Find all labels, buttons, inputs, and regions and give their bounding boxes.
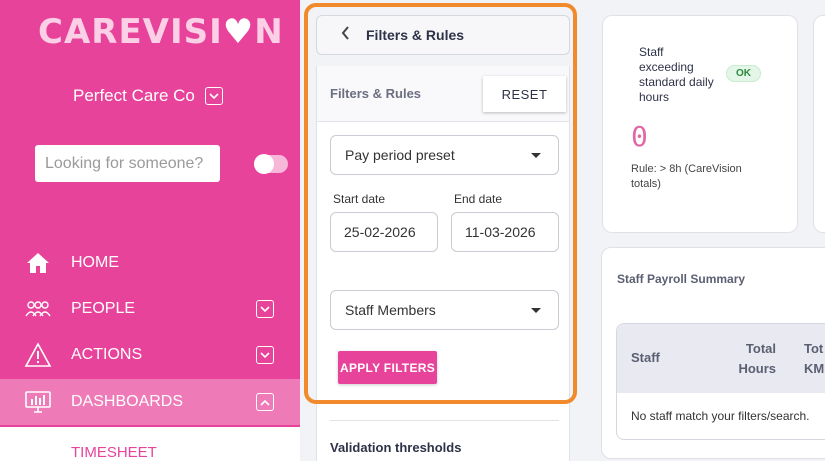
filters-panel-header[interactable]: Filters & Rules bbox=[316, 15, 570, 55]
column-header-total-km[interactable]: Tot KM bbox=[804, 339, 825, 379]
logo-text-tail: N bbox=[254, 12, 284, 52]
warning-icon bbox=[24, 341, 52, 369]
column-header-staff[interactable]: Staff bbox=[631, 348, 660, 368]
toggle-knob bbox=[254, 154, 274, 174]
chevron-down-icon[interactable] bbox=[256, 346, 274, 364]
brand-logo: CAREVISI♥N bbox=[38, 12, 284, 52]
divider bbox=[330, 420, 559, 421]
validation-thresholds-title: Validation thresholds bbox=[330, 440, 462, 455]
staff-members-value: Staff Members bbox=[345, 302, 436, 318]
end-date-value: 11-03-2026 bbox=[465, 224, 536, 240]
sidebar-item-label: ACTIONS bbox=[71, 346, 143, 363]
empty-state-text: No staff match your filters/search. bbox=[631, 409, 810, 423]
pay-period-select[interactable]: Pay period preset bbox=[330, 135, 559, 175]
staff-members-select[interactable]: Staff Members bbox=[330, 290, 559, 330]
sidebar-subitem-label: TIMESHEET bbox=[71, 444, 157, 461]
filters-section-header: Filters & Rules RESET bbox=[317, 66, 569, 122]
sidebar-item-people[interactable]: PEOPLE bbox=[0, 286, 300, 332]
monitor-chart-icon bbox=[24, 388, 52, 416]
reset-button[interactable]: RESET bbox=[483, 76, 566, 112]
sidebar: CAREVISI♥N Perfect Care Co HOME PEOPLE A… bbox=[0, 0, 300, 461]
sidebar-item-label: PEOPLE bbox=[71, 300, 136, 317]
start-date-field[interactable]: 25-02-2026 bbox=[330, 212, 438, 252]
summary-title: Staff Payroll Summary bbox=[617, 272, 746, 286]
people-icon bbox=[24, 295, 52, 323]
chevron-left-icon[interactable] bbox=[341, 25, 350, 45]
caret-down-icon bbox=[531, 308, 541, 313]
toggle-switch[interactable] bbox=[254, 154, 288, 174]
payroll-summary-table: Staff Total Hours Tot KM No staff match … bbox=[616, 323, 825, 440]
sidebar-item-label: DASHBOARDS bbox=[71, 393, 184, 410]
sidebar-item-home[interactable]: HOME bbox=[0, 240, 300, 286]
heart-icon: ♥ bbox=[222, 12, 255, 52]
start-date-label: Start date bbox=[333, 192, 386, 206]
apply-filters-button[interactable]: APPLY FILTERS bbox=[338, 351, 437, 384]
kpi-card-partial bbox=[813, 15, 825, 233]
sidebar-item-actions[interactable]: ACTIONS bbox=[0, 332, 300, 378]
column-header-total-hours[interactable]: Total Hours bbox=[729, 339, 776, 379]
kpi-value: 0 bbox=[631, 120, 648, 153]
chevron-down-icon[interactable] bbox=[256, 300, 274, 318]
home-icon bbox=[24, 249, 52, 277]
end-date-label: End date bbox=[454, 192, 503, 206]
start-date-value: 25-02-2026 bbox=[344, 224, 416, 240]
panel-title: Filters & Rules bbox=[366, 27, 465, 43]
org-name: Perfect Care Co bbox=[73, 86, 195, 105]
chevron-down-icon[interactable] bbox=[204, 87, 223, 105]
sidebar-item-dashboards[interactable]: DASHBOARDS bbox=[0, 379, 300, 425]
sidebar-item-label: HOME bbox=[71, 254, 119, 271]
chevron-up-icon[interactable] bbox=[256, 393, 274, 411]
caret-down-icon bbox=[531, 153, 541, 158]
pay-period-value: Pay period preset bbox=[345, 147, 455, 163]
kpi-rule: Rule: > 8h (CareVision totals) bbox=[631, 163, 742, 190]
status-badge: OK bbox=[726, 65, 761, 82]
table-header: Staff Total Hours Tot KM bbox=[617, 324, 825, 393]
filters-panel: Filters & Rules RESET Pay period preset … bbox=[316, 66, 570, 461]
logo-text: CAREVISI bbox=[38, 12, 223, 52]
search-input[interactable] bbox=[35, 145, 220, 182]
kpi-title: Staff exceeding standard daily hours bbox=[639, 45, 714, 104]
org-selector[interactable]: Perfect Care Co bbox=[73, 86, 223, 106]
kpi-card: Staff exceeding standard daily hours OK … bbox=[602, 15, 798, 233]
section-title: Filters & Rules bbox=[330, 86, 422, 101]
sidebar-subitem-timesheet[interactable]: TIMESHEET bbox=[0, 427, 300, 461]
end-date-field[interactable]: 11-03-2026 bbox=[451, 212, 559, 252]
